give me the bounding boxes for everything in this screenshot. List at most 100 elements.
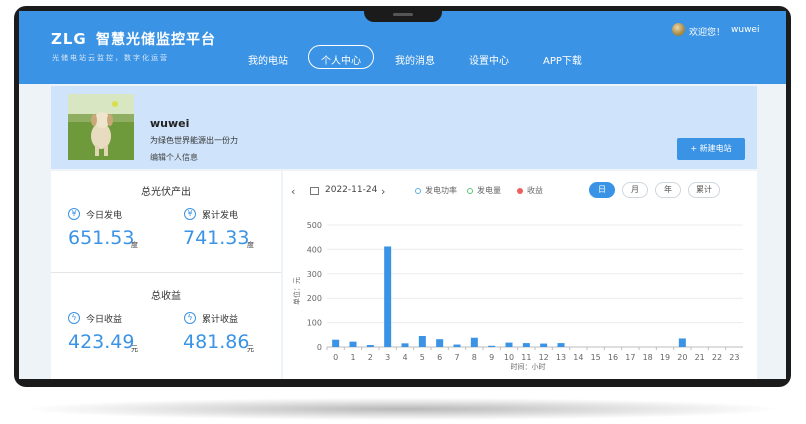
date-picker-value[interactable]: 2022-11-24 xyxy=(325,185,377,195)
profile-name: wuwei xyxy=(150,117,190,130)
next-date-arrow[interactable]: › xyxy=(381,185,385,198)
chart-bar[interactable] xyxy=(557,343,565,347)
new-station-button[interactable]: + 新建电站 xyxy=(677,138,745,160)
chart-bar[interactable] xyxy=(366,345,374,347)
today-generation-label: 今日发电 xyxy=(86,211,123,221)
yen-icon: ¥ xyxy=(68,208,80,220)
today-revenue-unit: 元 xyxy=(131,345,138,353)
profile-motto: 为绿色世界能源出一份力 xyxy=(150,136,238,145)
chart-bar[interactable] xyxy=(470,337,478,347)
x-tick-label: 17 xyxy=(625,353,635,362)
dog-photo-illustration xyxy=(68,94,134,160)
nav-settings-center[interactable]: 设置中心 xyxy=(469,52,509,67)
range-total-button[interactable]: 累计 xyxy=(688,182,720,198)
chart-bar[interactable] xyxy=(401,343,409,347)
x-tick-label: 4 xyxy=(402,353,407,362)
nav-app-download[interactable]: APP下载 xyxy=(543,52,582,67)
x-tick-label: 22 xyxy=(712,353,722,362)
legend-power-dot xyxy=(415,188,421,194)
x-tick-label: 14 xyxy=(573,353,583,362)
profile-photo xyxy=(68,94,134,160)
y-tick-label: 100 xyxy=(307,319,322,328)
profile-bar: wuwei 为绿色世界能源出一份力 编辑个人信息 + 新建电站 xyxy=(51,86,757,169)
legend-revenue[interactable]: 收益 xyxy=(527,185,543,196)
nav-my-messages[interactable]: 我的消息 xyxy=(395,52,435,67)
legend-power[interactable]: 发电功率 xyxy=(425,185,457,196)
x-tick-label: 18 xyxy=(643,353,653,362)
x-tick-label: 1 xyxy=(350,353,355,362)
today-revenue-value: 423.49 xyxy=(68,331,135,353)
prev-date-arrow[interactable]: ‹ xyxy=(291,185,295,198)
x-tick-label: 9 xyxy=(489,353,494,362)
legend-energy[interactable]: 发电量 xyxy=(477,185,501,196)
total-generation-label: 累计发电 xyxy=(202,211,239,221)
chart-bar[interactable] xyxy=(418,336,426,347)
x-tick-label: 5 xyxy=(420,353,425,362)
range-year-button[interactable]: 年 xyxy=(655,182,681,198)
range-month-button[interactable]: 月 xyxy=(622,182,648,198)
nav-my-stations[interactable]: 我的电站 xyxy=(248,52,288,67)
legend-energy-dot xyxy=(467,188,473,194)
device-speaker xyxy=(393,13,413,16)
y-tick-label: 0 xyxy=(317,343,322,352)
x-tick-label: 6 xyxy=(437,353,442,362)
x-tick-label: 7 xyxy=(454,353,459,362)
chart-bar[interactable] xyxy=(349,341,357,347)
chart-bar[interactable] xyxy=(488,345,496,347)
welcome-text: 欢迎您！ xyxy=(689,28,726,38)
range-day-button[interactable]: 日 xyxy=(589,182,615,198)
total-generation-unit: 度 xyxy=(247,241,254,249)
logo-subtitle: 光储电站云监控，数字化运营 xyxy=(52,54,169,62)
x-tick-label: 2 xyxy=(368,353,373,362)
stats-panel: 总光伏产出 ¥ 今日发电 651.53 度 ¥ 累计发电 741.33 度 总收… xyxy=(51,171,281,379)
y-axis-title: 单位：元 xyxy=(292,277,301,305)
nav-personal-center[interactable]: 个人中心 xyxy=(321,52,361,67)
chart-bar[interactable] xyxy=(678,338,686,347)
pv-output-title: 总光伏产出 xyxy=(141,187,191,198)
calendar-icon[interactable] xyxy=(310,187,319,195)
x-tick-label: 19 xyxy=(660,353,670,362)
edit-profile-link[interactable]: 编辑个人信息 xyxy=(150,152,198,163)
y-tick-label: 500 xyxy=(307,221,322,230)
x-tick-label: 20 xyxy=(677,353,687,362)
revenue-title: 总收益 xyxy=(151,291,181,302)
chart-bar[interactable] xyxy=(522,343,530,347)
x-tick-label: 0 xyxy=(333,353,338,362)
chart-bar[interactable] xyxy=(332,339,340,347)
logo-mark: ZLG xyxy=(51,30,87,48)
chart-bar[interactable] xyxy=(453,344,461,347)
stats-divider xyxy=(51,272,281,273)
today-generation-unit: 度 xyxy=(131,241,138,249)
y-tick-label: 200 xyxy=(307,294,322,303)
total-revenue-label: 累计收益 xyxy=(202,315,239,325)
chart-bar[interactable] xyxy=(540,343,548,347)
user-avatar[interactable] xyxy=(672,23,685,36)
chart-panel: ‹ 2022-11-24 › 发电功率 发电量 收益 日 月 年 累计 单位：元… xyxy=(283,171,757,379)
total-generation-value: 741.33 xyxy=(183,227,250,249)
x-tick-label: 11 xyxy=(521,353,531,362)
device-shadow xyxy=(30,398,776,420)
lightning-icon: ϟ xyxy=(184,312,196,324)
today-generation-value: 651.53 xyxy=(68,227,135,249)
total-revenue-value: 481.86 xyxy=(183,331,250,353)
x-tick-label: 3 xyxy=(385,353,390,362)
lightning-icon: ϟ xyxy=(68,312,80,324)
header-username[interactable]: wuwei xyxy=(731,25,759,35)
x-tick-label: 10 xyxy=(504,353,514,362)
total-revenue-unit: 元 xyxy=(247,345,254,353)
yen-icon: ¥ xyxy=(184,208,196,220)
chart-bar[interactable] xyxy=(436,339,444,347)
chart-bar[interactable] xyxy=(384,246,392,347)
x-axis-title: 时间：小时 xyxy=(511,362,546,371)
x-tick-label: 12 xyxy=(539,353,549,362)
chart-bar[interactable] xyxy=(505,342,513,347)
today-revenue-label: 今日收益 xyxy=(86,315,123,325)
logo-title: 智慧光储监控平台 xyxy=(95,32,216,48)
hourly-bar-chart: 单位：元 时间：小时 01002003004005000 1 2 3 4 5 6 7 8 9 10 1… xyxy=(292,221,743,371)
logo[interactable]: ZLG 智慧光储监控平台 xyxy=(51,29,216,49)
x-tick-label: 23 xyxy=(729,353,739,362)
x-tick-label: 16 xyxy=(608,353,618,362)
x-tick-label: 15 xyxy=(591,353,601,362)
y-tick-label: 400 xyxy=(307,245,322,254)
x-tick-label: 8 xyxy=(472,353,477,362)
